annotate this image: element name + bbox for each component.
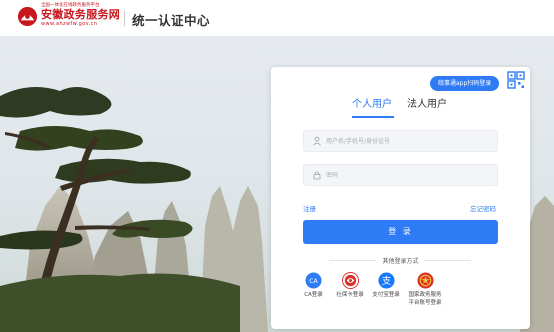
svg-text:支: 支 [381, 275, 391, 287]
national-emblem-icon[interactable] [416, 272, 434, 289]
qr-code-icon[interactable] [505, 69, 527, 91]
tab-legal-user[interactable]: 法人用户 [407, 98, 447, 112]
tab-personal-user[interactable]: 个人用户 [352, 98, 392, 112]
social-security-login-option[interactable]: 社保卡登录 [333, 272, 367, 299]
register-link[interactable]: 注册 [303, 203, 316, 213]
anhui-logo-icon[interactable] [17, 6, 38, 27]
top-header: 全国一体化在线政务服务平台 安徽政务服务网 www.ahzwfw.gov.cn … [0, 0, 554, 36]
divider-line [424, 260, 471, 261]
other-methods-label: 其他登录方式 [382, 258, 419, 265]
national-platform-label-line1: 国家政务服务 [408, 292, 442, 298]
user-icon [313, 136, 321, 146]
national-platform-label-line2: 平台账号登录 [408, 300, 442, 306]
ca-login-label: CA登录 [304, 292, 323, 298]
username-field[interactable] [303, 130, 498, 152]
national-platform-login-option[interactable]: 国家政务服务 平台账号登录 [403, 272, 447, 307]
ca-icon[interactable]: CA [305, 272, 322, 289]
alipay-login-option[interactable]: 支 支付宝登录 [369, 272, 403, 299]
alipay-login-label: 支付宝登录 [372, 292, 400, 298]
password-field[interactable] [303, 164, 498, 186]
forgot-password-link[interactable]: 忘记密码 [470, 203, 496, 213]
login-button[interactable]: 登 录 [303, 220, 498, 244]
password-input[interactable] [326, 168, 491, 182]
brand-block[interactable]: 全国一体化在线政务服务平台 安徽政务服务网 www.ahzwfw.gov.cn [41, 3, 120, 27]
header-divider [124, 10, 125, 26]
user-type-tabs: 个人用户 法人用户 [271, 98, 530, 118]
alipay-icon[interactable]: 支 [377, 272, 395, 289]
lock-icon [313, 171, 321, 180]
social-security-login-label: 社保卡登录 [336, 292, 364, 298]
svg-text:CA: CA [309, 278, 318, 285]
app-scan-login-tag[interactable]: 皖事通app扫码登录 [430, 76, 500, 91]
social-security-card-icon[interactable] [341, 272, 359, 289]
brand-name: 安徽政务服务网 [41, 8, 121, 21]
active-tab-indicator [352, 116, 394, 118]
ca-login-option[interactable]: CA CA登录 [301, 272, 326, 299]
login-card: 皖事通app扫码登录 个人用户 法人用户 注册 忘记密码 登 录 其他登录方式 [271, 67, 530, 329]
page-title: 统一认证中心 [132, 13, 211, 28]
brand-url: www.ahzwfw.gov.cn [41, 21, 98, 27]
username-input[interactable] [326, 134, 491, 148]
